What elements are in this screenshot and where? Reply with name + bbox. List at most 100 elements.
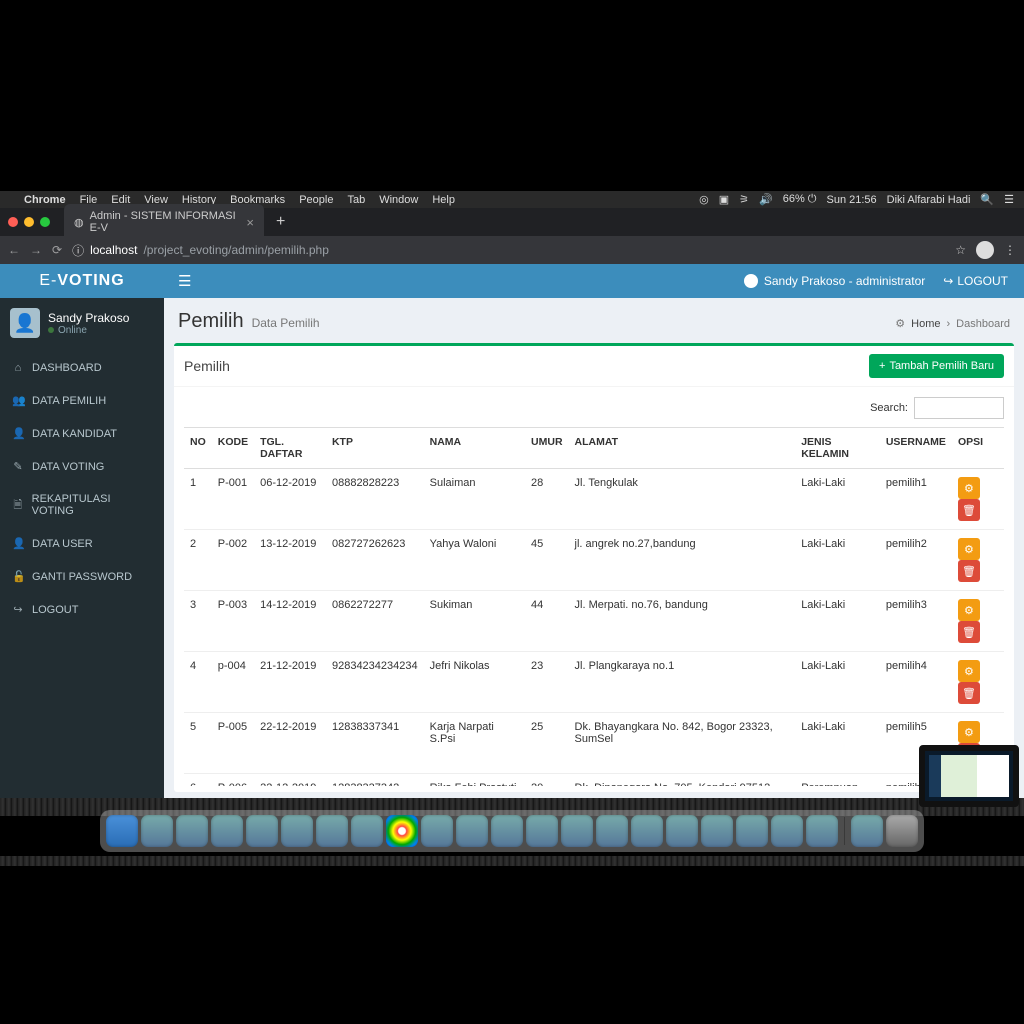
delete-button[interactable]: 🗑 xyxy=(958,560,980,582)
trash-icon: 🗑 xyxy=(962,626,976,639)
edit-button[interactable]: ⚙ xyxy=(958,477,980,499)
menu-help[interactable]: Help xyxy=(432,194,455,206)
decorative-texture xyxy=(0,856,1024,866)
reload-button[interactable]: ⟳ xyxy=(52,243,62,257)
dock-app-icon[interactable] xyxy=(666,815,698,847)
star-icon[interactable]: ☆ xyxy=(955,243,966,257)
column-header[interactable]: TGL. DAFTAR xyxy=(254,428,326,469)
wifi-icon[interactable]: ⚞ xyxy=(739,193,749,206)
search-input[interactable] xyxy=(914,397,1004,419)
dock-chrome-icon[interactable] xyxy=(386,815,418,847)
delete-button[interactable]: 🗑 xyxy=(958,621,980,643)
column-header[interactable]: ALAMAT xyxy=(569,428,796,469)
list-icon[interactable]: ☰ xyxy=(1004,193,1014,206)
delete-button[interactable]: 🗑 xyxy=(958,682,980,704)
dock-app-icon[interactable] xyxy=(246,815,278,847)
sidebar-user-panel: Sandy Prakoso Online xyxy=(0,298,164,348)
column-header[interactable]: UMUR xyxy=(525,428,569,469)
dock-app-icon[interactable] xyxy=(421,815,453,847)
profile-avatar[interactable] xyxy=(976,241,994,259)
dock-app-icon[interactable] xyxy=(281,815,313,847)
battery[interactable]: 66% ⏻ xyxy=(783,193,817,206)
delete-button[interactable]: 🗑 xyxy=(958,499,980,521)
screen-icon[interactable]: ▣ xyxy=(719,193,729,206)
new-tab-button[interactable]: + xyxy=(270,213,291,231)
content: Pemilih Data Pemilih ⚙ Home › Dashboard … xyxy=(164,298,1024,798)
dock-app-icon[interactable] xyxy=(211,815,243,847)
breadcrumb-home[interactable]: Home xyxy=(911,318,940,330)
window-close[interactable] xyxy=(8,217,18,227)
dock-trash-icon[interactable] xyxy=(886,815,918,847)
dock-app-icon[interactable] xyxy=(526,815,558,847)
dock-app-icon[interactable] xyxy=(851,815,883,847)
volume-icon[interactable]: 🔊 xyxy=(759,193,773,206)
dock-app-icon[interactable] xyxy=(491,815,523,847)
window-maximize[interactable] xyxy=(40,217,50,227)
dock-app-icon[interactable] xyxy=(351,815,383,847)
cell-opsi: ⚙🗑 xyxy=(952,469,1004,530)
sidebar-icon: ↪ xyxy=(12,603,24,616)
column-header[interactable]: KODE xyxy=(212,428,254,469)
sidebar-item[interactable]: ↪LOGOUT xyxy=(0,593,164,626)
hamburger-icon[interactable]: ☰ xyxy=(164,272,205,290)
cell-umur: 45 xyxy=(525,530,569,591)
clock[interactable]: Sun 21:56 xyxy=(827,194,877,206)
dock-app-icon[interactable] xyxy=(561,815,593,847)
url-field[interactable]: ⓘ localhost/project_evoting/admin/pemili… xyxy=(72,242,945,259)
column-header[interactable]: USERNAME xyxy=(880,428,952,469)
sidebar-item[interactable]: ✎DATA VOTING xyxy=(0,450,164,483)
column-header[interactable]: OPSI xyxy=(952,428,1004,469)
search-label: Search: xyxy=(870,402,908,414)
trash-icon: 🗑 xyxy=(962,504,976,517)
sidebar-item[interactable]: ⌂DASHBOARD xyxy=(0,352,164,384)
dock-app-icon[interactable] xyxy=(701,815,733,847)
cc-icon[interactable]: ◎ xyxy=(699,193,709,206)
add-pemilih-button[interactable]: + Tambah Pemilih Baru xyxy=(869,354,1004,378)
dock-app-icon[interactable] xyxy=(631,815,663,847)
sidebar-item[interactable]: 🗎REKAPITULASI VOTING xyxy=(0,483,164,527)
sidebar-icon: 👤 xyxy=(12,427,24,440)
edit-button[interactable]: ⚙ xyxy=(958,599,980,621)
spotlight-icon[interactable]: 🔍 xyxy=(980,193,994,206)
dock-app-icon[interactable] xyxy=(596,815,628,847)
header-user[interactable]: Sandy Prakoso - administrator xyxy=(744,274,925,288)
column-header[interactable]: JENIS KELAMIN xyxy=(795,428,880,469)
column-header[interactable]: NO xyxy=(184,428,212,469)
menubar-app[interactable]: Chrome xyxy=(24,194,66,206)
dock-app-icon[interactable] xyxy=(176,815,208,847)
cell-ktp: 92834234234234 xyxy=(326,652,424,713)
app-logo[interactable]: E-VOTING xyxy=(0,272,164,290)
dock-app-icon[interactable] xyxy=(806,815,838,847)
menu-window[interactable]: Window xyxy=(379,194,418,206)
dock-app-icon[interactable] xyxy=(736,815,768,847)
sidebar-item[interactable]: 👥DATA PEMILIH xyxy=(0,384,164,417)
forward-button[interactable]: → xyxy=(30,243,42,257)
close-tab-icon[interactable]: × xyxy=(246,215,254,230)
dock-app-icon[interactable] xyxy=(456,815,488,847)
sidebar-item[interactable]: 🔓GANTI PASSWORD xyxy=(0,560,164,593)
sidebar-item[interactable]: 👤DATA KANDIDAT xyxy=(0,417,164,450)
menubar-username[interactable]: Diki Alfarabi Hadi xyxy=(887,194,971,206)
column-header[interactable]: NAMA xyxy=(424,428,525,469)
kebab-icon[interactable]: ⋮ xyxy=(1004,243,1016,257)
admin-app: E-VOTING ☰ Sandy Prakoso - administrator… xyxy=(0,264,1024,798)
edit-button[interactable]: ⚙ xyxy=(958,660,980,682)
dock-safari-icon[interactable] xyxy=(141,815,173,847)
sidebar-item[interactable]: 👤DATA USER xyxy=(0,527,164,560)
dock-finder-icon[interactable] xyxy=(106,815,138,847)
dock-app-icon[interactable] xyxy=(771,815,803,847)
dock-separator xyxy=(844,817,845,845)
back-button[interactable]: ← xyxy=(8,243,20,257)
menu-people[interactable]: People xyxy=(299,194,333,206)
logout-link[interactable]: ↪ LOGOUT xyxy=(943,274,1008,288)
window-minimize[interactable] xyxy=(24,217,34,227)
dock-app-icon[interactable] xyxy=(316,815,348,847)
cell-kode: P-006 xyxy=(212,774,254,787)
edit-button[interactable]: ⚙ xyxy=(958,538,980,560)
column-header[interactable]: KTP xyxy=(326,428,424,469)
edit-button[interactable]: ⚙ xyxy=(958,721,980,743)
menu-tab[interactable]: Tab xyxy=(347,194,365,206)
browser-tab[interactable]: ◍ Admin - SISTEM INFORMASI E-V × xyxy=(64,204,264,240)
table-row: 5P-00522-12-201912838337341Karja Narpati… xyxy=(184,713,1004,774)
preview-thumbnail[interactable] xyxy=(919,745,1019,807)
